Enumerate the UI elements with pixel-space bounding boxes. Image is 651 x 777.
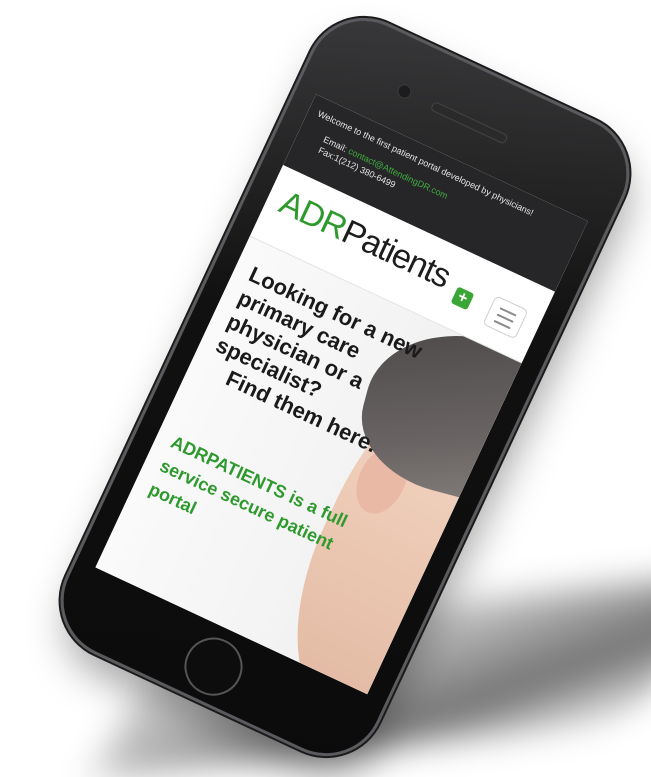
earpiece-speaker <box>430 100 509 145</box>
hero-tagline: ADRPATIENTS is a full service secure pat… <box>145 431 351 554</box>
menu-bar <box>493 319 511 330</box>
plus-icon[interactable]: + <box>450 286 475 311</box>
front-camera <box>395 82 414 101</box>
hamburger-menu-button[interactable] <box>482 295 529 340</box>
home-button[interactable] <box>174 628 253 706</box>
